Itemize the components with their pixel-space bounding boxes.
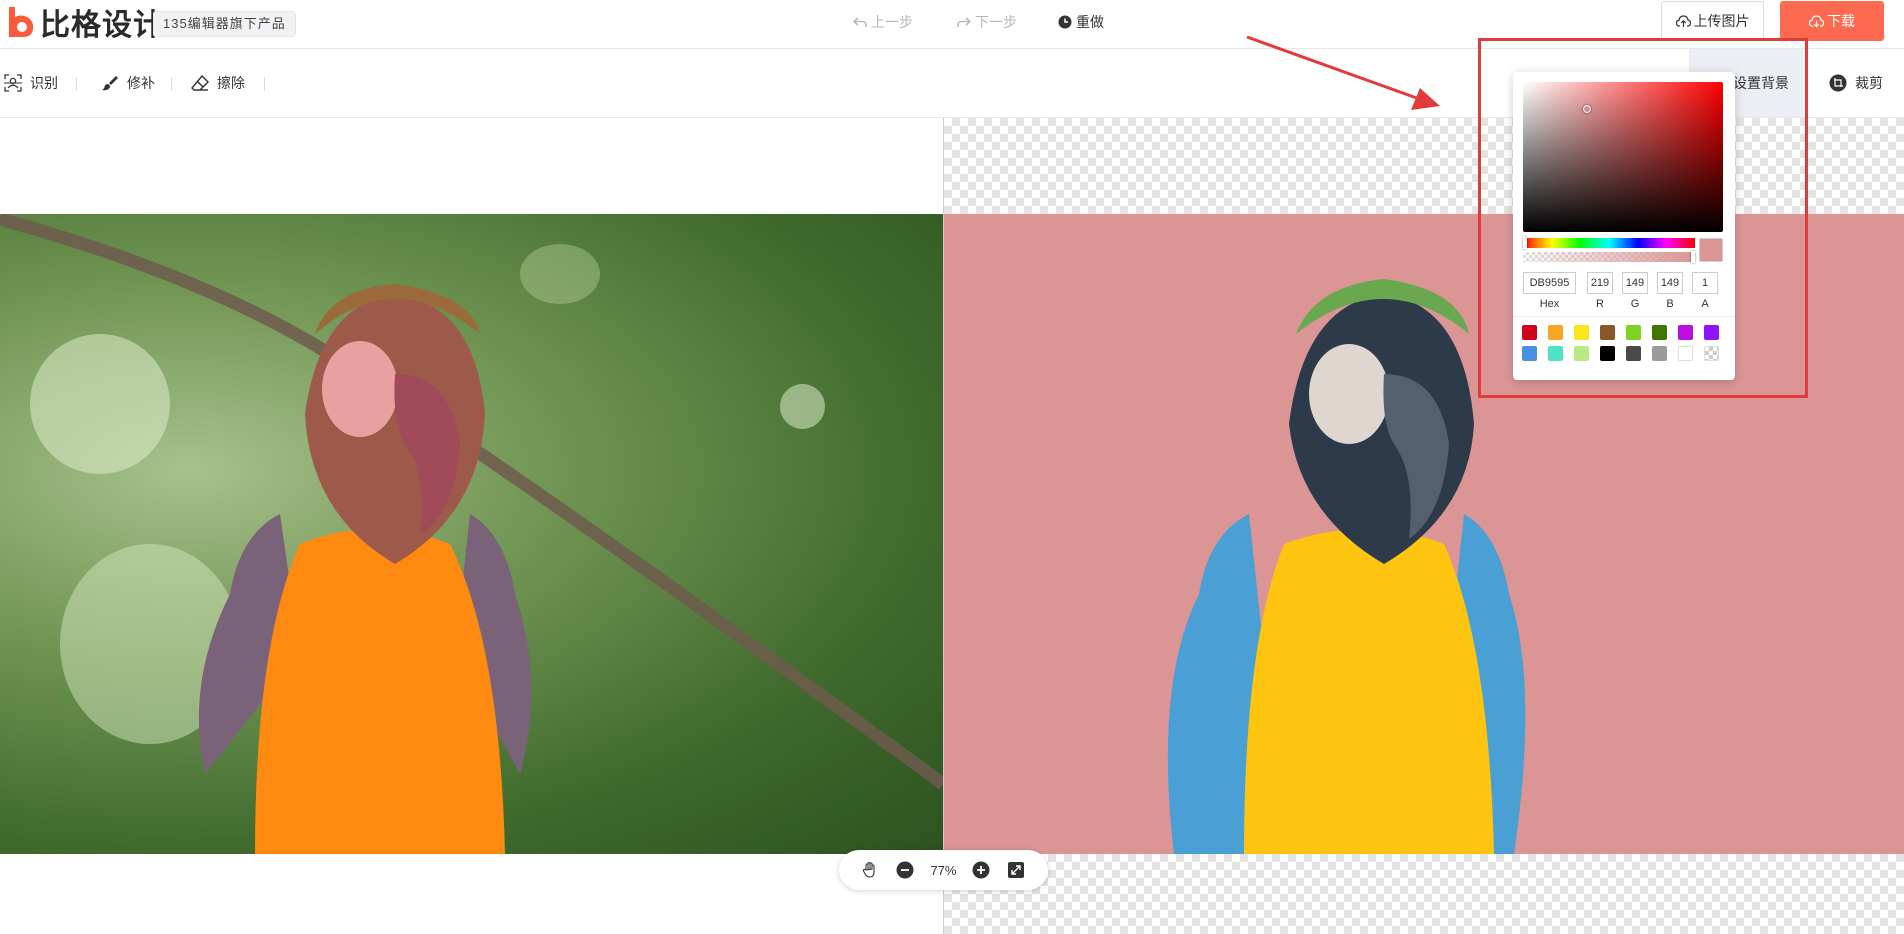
identify-tool[interactable]: 识别: [4, 73, 58, 93]
logo-text: 比格设计: [40, 8, 164, 43]
identify-label: 识别: [30, 75, 58, 91]
split-divider: [943, 118, 944, 934]
brush-icon: [102, 76, 118, 91]
erase-label: 擦除: [217, 75, 245, 91]
crop-tool[interactable]: 裁剪: [1829, 73, 1883, 93]
download-button[interactable]: 下载: [1780, 1, 1884, 41]
logo[interactable]: 比格设计: [6, 2, 164, 43]
undo-icon: [853, 17, 867, 27]
toolbar-divider: [264, 77, 265, 91]
undo-label: 上一步: [871, 14, 913, 30]
hand-pan-icon[interactable]: [860, 860, 880, 880]
redo-button[interactable]: 下一步: [957, 12, 1017, 32]
redo-again-label: 重做: [1076, 14, 1104, 30]
crop-icon: [1829, 74, 1847, 92]
zoom-out-icon[interactable]: [895, 860, 915, 880]
zoom-in-icon[interactable]: [971, 860, 991, 880]
clock-icon: [1058, 15, 1072, 29]
toolbar-divider: [76, 77, 77, 91]
annotation-highlight-box: [1478, 38, 1808, 398]
cloud-upload-icon: [1675, 15, 1691, 27]
erase-tool[interactable]: 擦除: [191, 73, 245, 93]
zoom-controls: 77%: [839, 850, 1048, 890]
zoom-level: 77%: [930, 862, 957, 878]
repair-tool[interactable]: 修补: [101, 73, 155, 93]
logo-icon: [6, 5, 36, 39]
redo-label: 下一步: [975, 14, 1017, 30]
eraser-icon: [191, 74, 209, 91]
toolbar-divider: [171, 77, 172, 91]
crop-label: 裁剪: [1855, 75, 1883, 91]
original-parrot-illustration: [0, 214, 943, 854]
undo-button[interactable]: 上一步: [853, 12, 913, 32]
upload-image-label: 上传图片: [1693, 13, 1750, 29]
product-tag: 135编辑器旗下产品: [153, 11, 296, 37]
redo-icon: [957, 17, 971, 27]
repair-label: 修补: [127, 75, 155, 91]
fit-screen-icon[interactable]: [1006, 860, 1026, 880]
scan-person-icon: [4, 74, 22, 92]
original-image: [0, 214, 943, 854]
redo-again-button[interactable]: 重做: [1058, 12, 1104, 32]
upload-image-button[interactable]: 上传图片: [1661, 1, 1764, 41]
download-label: 下载: [1827, 13, 1855, 29]
cloud-download-icon: [1809, 15, 1824, 28]
